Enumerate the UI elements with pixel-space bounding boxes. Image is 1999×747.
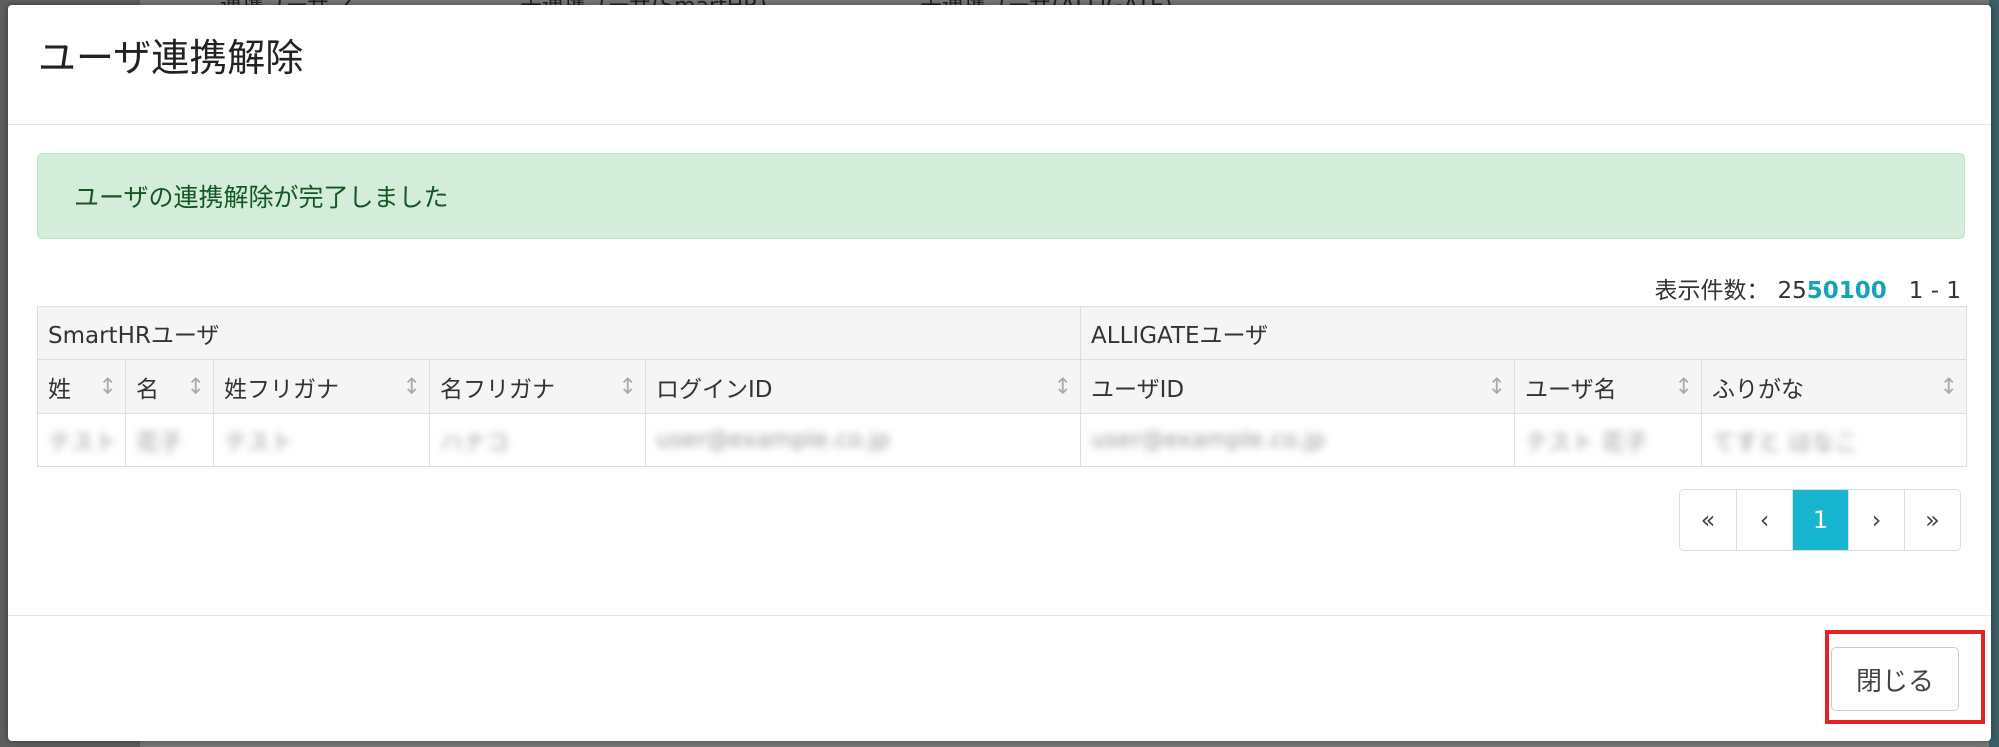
- sort-icon: ↕: [1053, 374, 1073, 399]
- sort-icon: ↕: [1939, 374, 1959, 399]
- user-table: SmartHRユーザ ALLIGATEユーザ 姓 ↕ 名 ↕ 姓フリガナ ↕ 名フリガ…: [36, 306, 1968, 467]
- table-row: テスト 花子 テスト ハナコ user@example.co.jp user@e…: [37, 413, 1968, 467]
- pagination-last-button[interactable]: »: [1904, 490, 1960, 550]
- pagination-first-button[interactable]: «: [1680, 490, 1736, 550]
- sort-icon: ↕: [186, 374, 205, 399]
- group-header-alligate: ALLIGATEユーザ: [1080, 306, 1968, 360]
- sort-icon: ↕: [1487, 374, 1507, 399]
- column-header-login-id[interactable]: ログインID ↕: [644, 359, 1082, 414]
- pagination-prev-button[interactable]: ‹: [1736, 490, 1792, 550]
- sort-icon: ↕: [1674, 374, 1694, 399]
- cell-user-id: user@example.co.jp: [1080, 413, 1516, 467]
- display-range: 1 - 1: [1908, 278, 1961, 304]
- cell-first-name: 花子: [125, 413, 214, 467]
- column-header-last-name-kana[interactable]: 姓フリガナ ↕: [213, 359, 430, 414]
- column-header-first-name[interactable]: 名 ↕: [125, 359, 214, 414]
- column-header-user-name[interactable]: ユーザ名 ↕: [1514, 359, 1703, 414]
- display-count-label: 表示件数：: [1654, 278, 1770, 304]
- unlink-user-modal: ユーザ連携解除 ユーザの連携解除が完了しました 表示件数： 2550100 1 - …: [8, 5, 1991, 741]
- cell-user-name: テスト 花子: [1514, 413, 1703, 467]
- modal-header: ユーザ連携解除: [8, 5, 1991, 125]
- group-header-smarthr: SmartHRユーザ: [36, 306, 1082, 360]
- pagination: « ‹ 1 › »: [1679, 489, 1961, 551]
- cell-first-name-kana: ハナコ: [429, 413, 646, 467]
- column-header-first-name-kana[interactable]: 名フリガナ ↕: [429, 359, 646, 414]
- table-group-header: SmartHRユーザ ALLIGATEユーザ: [36, 306, 1968, 360]
- sort-icon: ↕: [618, 374, 637, 399]
- pagination-next-button[interactable]: ›: [1848, 490, 1904, 550]
- sort-icon: ↕: [98, 374, 117, 399]
- modal-body: ユーザの連携解除が完了しました 表示件数： 2550100 1 - 1 SmartH…: [8, 125, 1991, 615]
- display-count-option-25[interactable]: 25: [1777, 278, 1806, 304]
- sort-icon: ↕: [402, 374, 421, 399]
- display-count-option-100[interactable]: 100: [1839, 278, 1887, 304]
- pagination-page-1[interactable]: 1: [1792, 490, 1848, 550]
- column-header-user-id[interactable]: ユーザID ↕: [1080, 359, 1516, 414]
- success-alert-message: ユーザの連携解除が完了しました: [74, 183, 449, 212]
- display-count-option-50[interactable]: 50: [1807, 278, 1839, 304]
- modal-title: ユーザ連携解除: [38, 36, 304, 80]
- success-alert: ユーザの連携解除が完了しました: [37, 153, 1965, 239]
- column-header-furigana[interactable]: ふりがな ↕: [1701, 359, 1968, 414]
- modal-footer: 閉じる: [8, 615, 1991, 741]
- cell-furigana: てすと はなこ: [1701, 413, 1968, 467]
- column-header-last-name[interactable]: 姓 ↕: [37, 359, 126, 414]
- cell-login-id: user@example.co.jp: [644, 413, 1082, 467]
- close-button[interactable]: 閉じる: [1831, 647, 1959, 711]
- cell-last-name-kana: テスト: [213, 413, 430, 467]
- table-column-header: 姓 ↕ 名 ↕ 姓フリガナ ↕ 名フリガナ ↕ ログインID ↕ ユーザID ↕ ユーザ名 ↕…: [37, 359, 1968, 414]
- display-count: 表示件数： 2550100 1 - 1: [1654, 271, 1961, 305]
- cell-last-name: テスト: [37, 413, 126, 467]
